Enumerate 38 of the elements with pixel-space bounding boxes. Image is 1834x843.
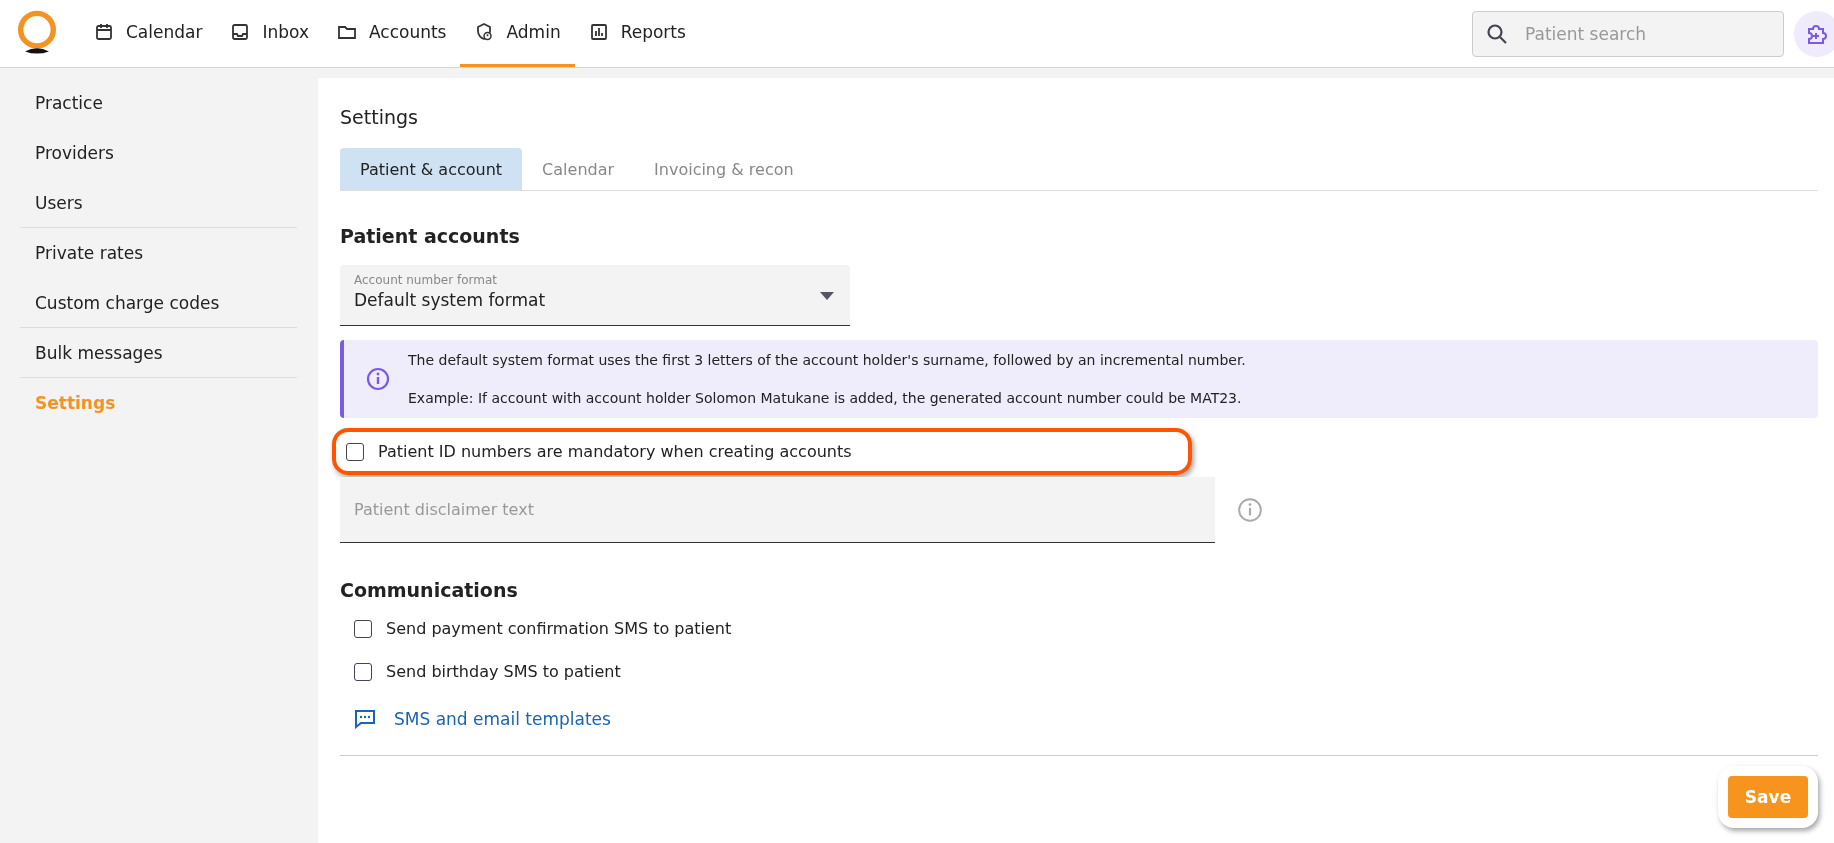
checkbox-label: Send birthday SMS to patient	[386, 662, 621, 681]
checkbox[interactable]	[346, 442, 364, 461]
info-icon	[366, 367, 390, 391]
account-format-dropdown[interactable]: Account number format Default system format	[340, 265, 850, 326]
nav-tab[interactable]: Calendar	[80, 0, 217, 67]
bar-chart-icon	[588, 22, 609, 42]
settings-tab[interactable]: Patient & account	[340, 148, 523, 190]
nav-tab[interactable]: Inbox	[216, 0, 323, 67]
calendar-icon	[94, 22, 114, 42]
search-field[interactable]: Patient search	[1472, 10, 1784, 57]
sidebar-item[interactable]: Users	[20, 178, 297, 228]
caret-icon	[820, 292, 834, 300]
checkbox-label: Send payment confirmation SMS to patient	[386, 619, 732, 638]
page-title: Settings	[340, 106, 419, 128]
info-text: Example: If account with account holder Solomon Matukane is added, the generated account number could be MAT23.	[408, 390, 1243, 406]
settings-tab[interactable]: Invoicing & recon	[634, 148, 814, 190]
sidebar-item[interactable]: Practice	[20, 78, 297, 128]
shield-user-icon	[474, 22, 495, 42]
nav-tab[interactable]: Accounts	[323, 0, 461, 67]
sidebar-item[interactable]: Private rates	[20, 228, 297, 278]
nav-tab[interactable]: Reports	[574, 0, 700, 67]
section-heading: Communications	[340, 579, 519, 601]
nav-tab[interactable]: Admin	[460, 0, 575, 67]
chat-icon	[354, 709, 376, 729]
templates-link[interactable]: SMS and email templates	[354, 709, 611, 729]
checkbox[interactable]	[354, 619, 372, 638]
checkbox[interactable]	[354, 662, 372, 681]
info-text: The default system format uses the first 3 letters of the account holder's surname, followed by an incremental number.	[408, 352, 1246, 368]
sidebar-item[interactable]: Providers	[20, 128, 297, 178]
sidebar-item[interactable]: Bulk messages	[20, 328, 297, 378]
settings-tab[interactable]: Calendar	[522, 148, 635, 190]
checkbox-label: Patient ID numbers are mandatory when creating accounts	[378, 442, 852, 461]
section-heading: Patient accounts	[340, 225, 521, 247]
extension-button[interactable]	[1794, 10, 1834, 57]
search-icon	[1486, 22, 1508, 45]
sidebar-item[interactable]: Custom charge codes	[20, 278, 297, 328]
inbox-icon	[230, 22, 251, 42]
disclaimer-field[interactable]: Patient disclaimer text	[340, 477, 1215, 543]
